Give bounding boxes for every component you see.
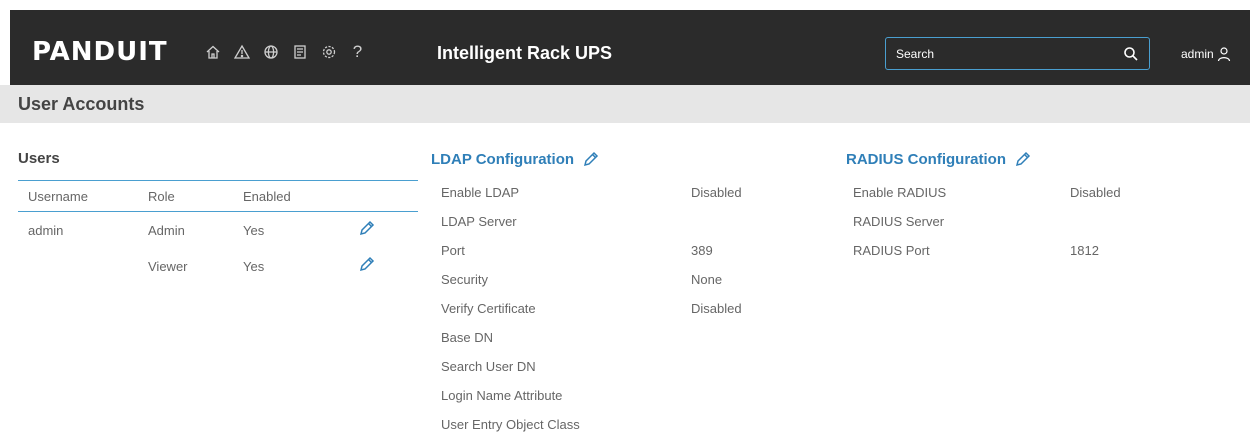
edit-user-pencil-icon[interactable]	[358, 255, 376, 273]
page-title: User Accounts	[18, 94, 145, 114]
radius-row-port: RADIUS Port 1812	[853, 243, 1233, 272]
ldap-row-basedn: Base DN	[441, 330, 821, 359]
cell-enabled: Yes	[243, 259, 265, 274]
column-role: Role	[148, 189, 175, 204]
alert-icon[interactable]	[227, 40, 256, 64]
ldap-row-security: Security None	[441, 272, 821, 301]
globe-icon[interactable]	[256, 40, 285, 64]
field-label: Search User DN	[441, 359, 536, 374]
field-value: None	[691, 272, 723, 287]
cell-enabled: Yes	[243, 223, 265, 238]
field-label: Verify Certificate	[441, 301, 536, 316]
cell-role: Viewer	[148, 259, 188, 274]
top-bar: PANDUIT ? Intelligent Rack UPS Search ad…	[0, 0, 1250, 85]
radius-fields: Enable RADIUS Disabled RADIUS Server RADI…	[853, 185, 1233, 272]
column-username: Username	[28, 189, 88, 204]
field-label: RADIUS Port	[853, 243, 930, 258]
ldap-row-search-user: Search User DN	[441, 359, 821, 388]
search-input[interactable]	[886, 38, 1116, 69]
radius-title-text: RADIUS Configuration	[846, 150, 1006, 168]
users-title: Users	[18, 150, 60, 167]
field-label: LDAP Server	[441, 214, 517, 229]
page-header: User Accounts	[0, 85, 1250, 123]
field-value: Disabled	[691, 301, 742, 316]
search-box[interactable]	[885, 37, 1150, 70]
field-label: Security	[441, 272, 488, 287]
ldap-title: LDAP Configuration	[431, 150, 600, 168]
help-icon[interactable]: ?	[343, 40, 372, 64]
panduit-logo[interactable]: PANDUIT	[32, 37, 168, 67]
column-enabled: Enabled	[243, 189, 291, 204]
radius-row-server: RADIUS Server	[853, 214, 1233, 243]
user-name: admin	[1181, 47, 1214, 61]
field-value: 389	[691, 243, 713, 258]
user-menu[interactable]: admin	[1181, 46, 1232, 62]
app-title: Intelligent Rack UPS	[437, 43, 613, 63]
field-label: Enable LDAP	[441, 185, 520, 200]
radius-title: RADIUS Configuration	[846, 150, 1032, 168]
table-row: Viewer Yes	[18, 248, 418, 284]
ldap-row-port: Port 389	[441, 243, 821, 272]
edit-user-pencil-icon[interactable]	[358, 219, 376, 237]
top-bar-inner: PANDUIT ? Intelligent Rack UPS Search ad…	[10, 10, 1250, 85]
document-icon[interactable]	[285, 40, 314, 64]
field-label: Enable RADIUS	[853, 185, 947, 200]
field-label: Login Name Attribute	[441, 388, 563, 403]
field-label: User Entry Object Class	[441, 417, 580, 432]
users-table: Username Role Enabled admin Admin Yes Vi…	[18, 180, 418, 284]
field-value: 1812	[1070, 243, 1099, 258]
field-label: Base DN	[441, 330, 494, 345]
field-label: RADIUS Server	[853, 214, 945, 229]
cell-role: Admin	[148, 223, 185, 238]
radius-row-enable: Enable RADIUS Disabled	[853, 185, 1233, 214]
ldap-row-verify: Verify Certificate Disabled	[441, 301, 821, 330]
ldap-row-login-attr: Login Name Attribute	[441, 388, 821, 417]
edit-radius-pencil-icon[interactable]	[1014, 150, 1032, 168]
search-icon[interactable]	[1123, 46, 1139, 62]
ldap-row-enable: Enable LDAP Disabled	[441, 185, 821, 214]
ldap-title-text: LDAP Configuration	[431, 150, 575, 168]
users-table-header: Username Role Enabled	[18, 180, 418, 212]
ldap-row-object-class: User Entry Object Class	[441, 417, 821, 446]
settings-icon[interactable]	[314, 40, 343, 64]
ldap-fields: Enable LDAP Disabled LDAP Server Port 389 …	[441, 185, 821, 446]
ldap-row-server: LDAP Server	[441, 214, 821, 243]
field-label: Port	[441, 243, 465, 258]
edit-ldap-pencil-icon[interactable]	[582, 150, 600, 168]
field-value: Disabled	[691, 185, 742, 200]
home-icon[interactable]	[198, 40, 227, 64]
table-row: admin Admin Yes	[18, 212, 418, 248]
field-value: Disabled	[1070, 185, 1121, 200]
nav-icons: ?	[198, 40, 372, 64]
user-icon	[1217, 47, 1230, 62]
cell-username: admin	[28, 223, 64, 238]
